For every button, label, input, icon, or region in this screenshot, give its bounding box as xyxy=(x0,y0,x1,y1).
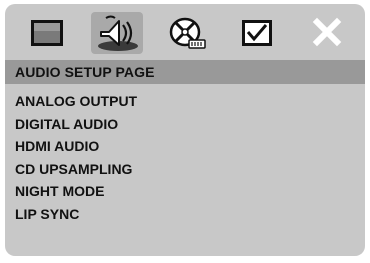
monitor-icon xyxy=(31,20,63,46)
menu-item-cd-upsampling[interactable]: CD UPSAMPLING xyxy=(15,158,137,181)
tab-preferences[interactable] xyxy=(231,12,283,54)
menu-item-digital-audio[interactable]: DIGITAL AUDIO xyxy=(15,113,137,136)
speaker-icon xyxy=(98,15,138,51)
checkbox-icon xyxy=(242,20,272,46)
page-title-bar: AUDIO SETUP PAGE xyxy=(5,60,365,84)
menu-item-lip-sync[interactable]: LIP SYNC xyxy=(15,203,137,226)
close-icon xyxy=(312,17,342,47)
tab-exit[interactable] xyxy=(301,12,353,54)
setup-panel: AUDIO SETUP PAGE ANALOG OUTPUT DIGITAL A… xyxy=(5,4,365,256)
settings-menu: ANALOG OUTPUT DIGITAL AUDIO HDMI AUDIO C… xyxy=(15,90,137,225)
tab-audio-setup[interactable] xyxy=(91,12,143,54)
menu-item-night-mode[interactable]: NIGHT MODE xyxy=(15,180,137,203)
menu-item-analog-output[interactable]: ANALOG OUTPUT xyxy=(15,90,137,113)
disc-icon xyxy=(169,17,206,49)
tab-general-setup[interactable] xyxy=(21,12,73,54)
page-title: AUDIO SETUP PAGE xyxy=(15,64,155,80)
tab-video-setup[interactable] xyxy=(161,12,213,54)
menu-item-hdmi-audio[interactable]: HDMI AUDIO xyxy=(15,135,137,158)
icon-toolbar xyxy=(5,4,365,62)
